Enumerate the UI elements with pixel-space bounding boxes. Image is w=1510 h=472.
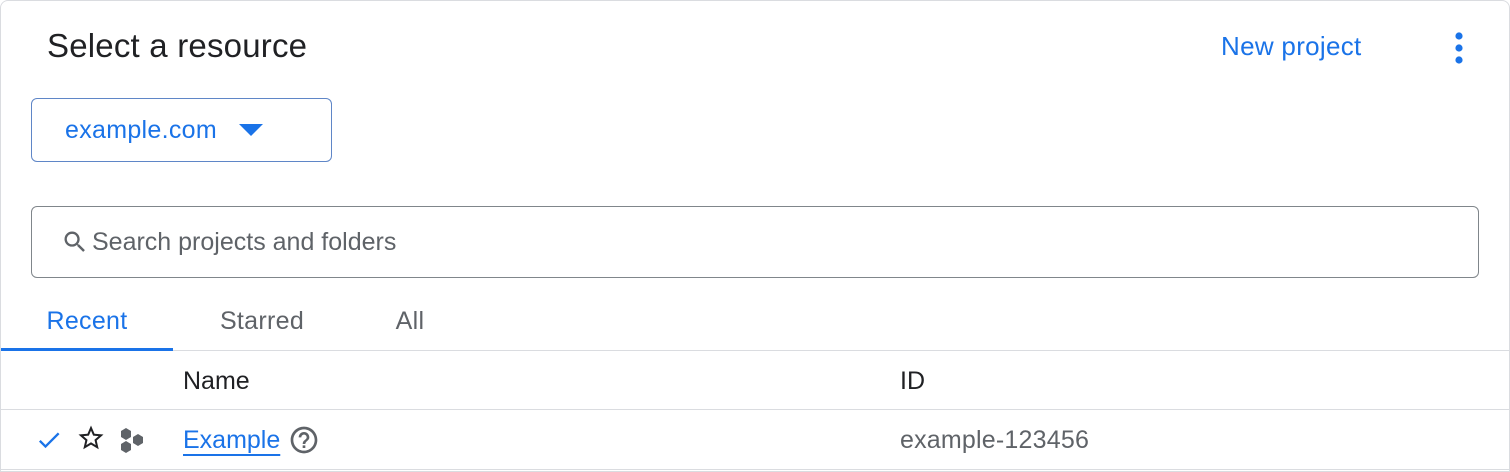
arrow-drop-down-icon xyxy=(238,124,263,136)
project-name-link[interactable]: Example xyxy=(183,426,280,455)
table-header: Name ID xyxy=(1,352,1509,410)
project-name-cell: Example xyxy=(183,410,320,470)
column-header-id: ID xyxy=(900,366,925,395)
organization-name: example.com xyxy=(65,115,217,144)
search-icon xyxy=(60,227,90,257)
search-field[interactable] xyxy=(31,206,1479,278)
project-id-cell: example-123456 xyxy=(900,410,1089,470)
dialog-title: Select a resource xyxy=(47,27,308,64)
tab-all[interactable]: All xyxy=(351,291,469,351)
star-outline-icon xyxy=(76,423,106,458)
star-toggle[interactable] xyxy=(76,410,106,470)
new-project-button[interactable]: New project xyxy=(1221,31,1362,62)
project-hexagons-icon xyxy=(117,410,149,470)
tab-bar: Recent Starred All xyxy=(1,291,1509,351)
organization-selector[interactable]: example.com xyxy=(31,98,332,162)
active-tab-indicator xyxy=(1,348,173,351)
column-header-name: Name xyxy=(183,366,250,395)
more-vert-icon xyxy=(1441,27,1477,69)
tab-recent[interactable]: Recent xyxy=(1,291,173,351)
check-icon xyxy=(35,410,63,470)
tab-starred[interactable]: Starred xyxy=(173,291,351,351)
project-id: example-123456 xyxy=(900,425,1090,454)
more-options-button[interactable] xyxy=(1441,27,1477,69)
help-circle-icon[interactable] xyxy=(288,424,320,456)
select-resource-dialog: Select a resource New project example.co… xyxy=(0,0,1510,472)
search-input[interactable] xyxy=(92,227,1392,257)
table-row[interactable]: Example example-123456 xyxy=(1,410,1509,470)
